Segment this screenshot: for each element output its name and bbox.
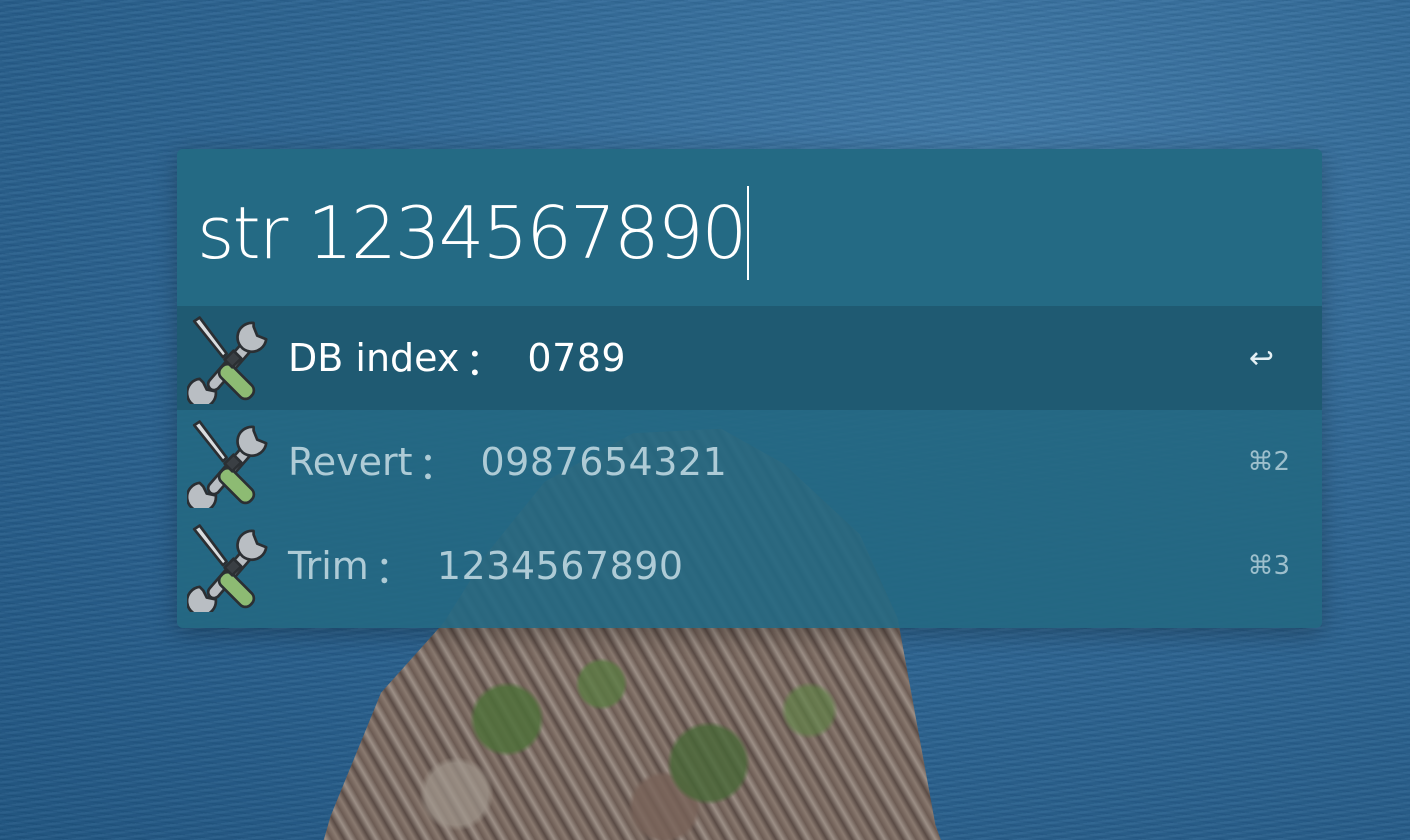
result-separator: ：	[418, 443, 457, 488]
result-title: DB index	[288, 336, 460, 380]
search-input[interactable]: str 1234567890	[197, 186, 750, 280]
search-query-text: str 1234567890	[197, 191, 747, 275]
tools-icon	[187, 316, 268, 404]
result-item-revert[interactable]: Revert ： 0987654321 ⌘2	[177, 410, 1322, 514]
result-text: Revert ： 0987654321	[288, 410, 727, 514]
result-separator: ：	[465, 339, 504, 384]
result-value: 0987654321	[480, 440, 728, 484]
result-title: Revert	[288, 440, 413, 484]
result-item-trim[interactable]: Trim ： 1234567890 ⌘3	[177, 514, 1322, 618]
result-title: Trim	[288, 544, 369, 588]
tools-icon	[187, 524, 268, 612]
return-key-icon: ↩	[1248, 340, 1274, 376]
results-list: DB index ： 0789 ↩ Revert ： 0987654321 ⌘2…	[177, 306, 1322, 618]
search-bar[interactable]: str 1234567890	[177, 149, 1322, 306]
launcher-panel: str 1234567890 DB index ： 0789 ↩ Revert …	[177, 149, 1322, 628]
result-value: 0789	[527, 336, 627, 380]
result-separator: ：	[374, 547, 413, 592]
result-text: DB index ： 0789	[288, 306, 626, 410]
result-text: Trim ： 1234567890	[288, 514, 684, 618]
shortcut-hint: ⌘3	[1247, 551, 1290, 581]
shortcut-hint: ⌘2	[1247, 447, 1290, 477]
text-caret	[747, 186, 750, 280]
result-item-db-index[interactable]: DB index ： 0789 ↩	[177, 306, 1322, 410]
tools-icon	[187, 420, 268, 508]
result-value: 1234567890	[436, 544, 684, 588]
